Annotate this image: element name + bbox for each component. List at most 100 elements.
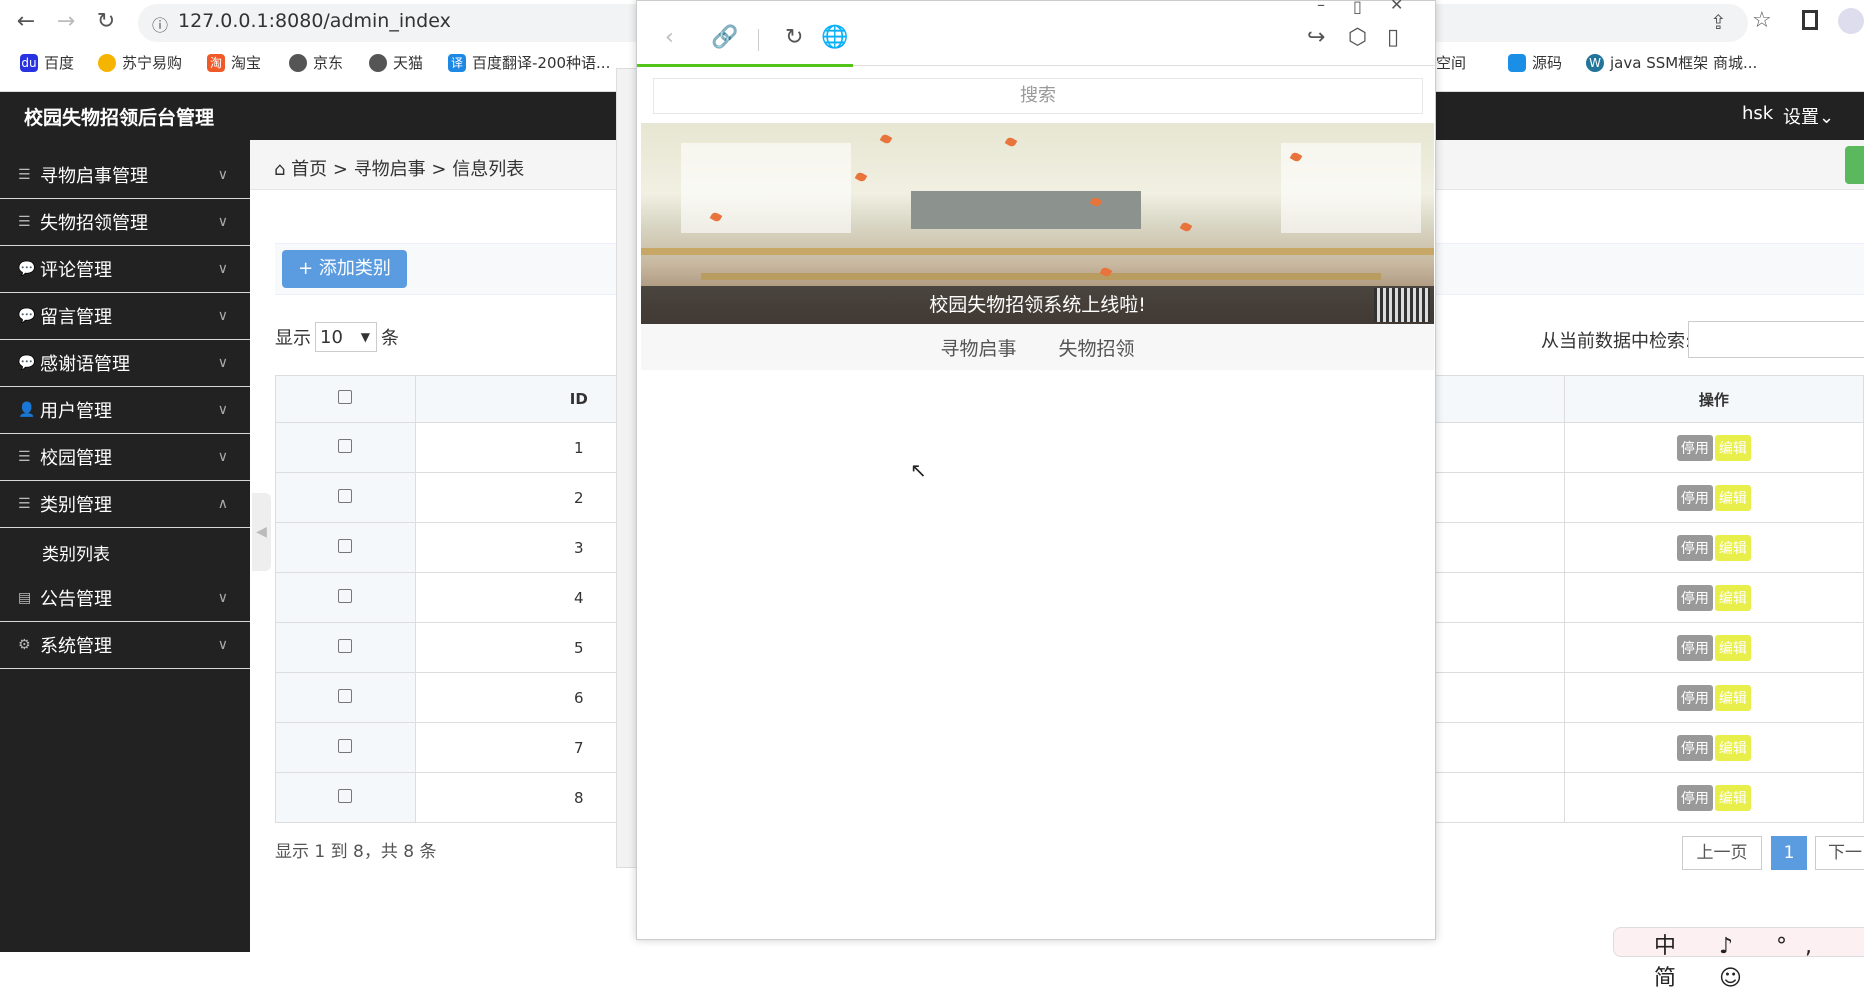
next-page-button[interactable]: 下一 [1815, 836, 1864, 870]
disable-button[interactable]: 停用 [1676, 534, 1713, 561]
edit-button[interactable]: 编辑 [1714, 734, 1751, 761]
edit-button[interactable]: 编辑 [1714, 534, 1751, 561]
row-checkbox[interactable] [338, 438, 353, 453]
share-icon[interactable]: ⇪ [1710, 10, 1727, 34]
sidebar-item-users[interactable]: 👤 用户管理 ∨ [0, 387, 250, 434]
user-icon: 👤 [18, 402, 36, 418]
star-icon[interactable]: ☆ [1752, 8, 1772, 33]
share-icon[interactable]: ↪ [1307, 25, 1325, 50]
page-1-button[interactable]: 1 [1771, 836, 1807, 870]
sidebar-subitem-category-list[interactable]: 类别列表 [0, 529, 250, 576]
breadcrumb-current: 信息列表 [452, 159, 525, 180]
disable-button[interactable]: 停用 [1676, 634, 1713, 661]
sidebar-item-comments[interactable]: 💬 评论管理 ∨ [0, 246, 250, 293]
info-icon[interactable]: ⓘ [152, 12, 168, 36]
column-header-actions: 操作 [1563, 375, 1864, 423]
sidepanel-icon[interactable] [1802, 10, 1818, 30]
row-checkbox[interactable] [338, 538, 353, 553]
close-icon[interactable]: ✕ [1390, 0, 1403, 14]
sidebar-item-notice[interactable]: ▤ 公告管理 ∨ [0, 575, 250, 622]
row-select-cell [275, 672, 416, 723]
select-all-checkbox[interactable] [338, 390, 353, 404]
popup-tabs: 寻物启事 失物招领 [641, 324, 1434, 370]
forward-button[interactable]: → [52, 8, 80, 36]
sidebar-item-system[interactable]: ⚙ 系统管理 ∨ [0, 622, 250, 669]
ime-toolbar[interactable]: 中 ♪ °, 简 ☺ [1613, 927, 1864, 991]
cell-actions: 停用 编辑 [1563, 572, 1864, 623]
edit-button[interactable]: 编辑 [1714, 634, 1751, 661]
url-text[interactable]: 127.0.0.1:8080/admin_index [178, 10, 451, 32]
popup-search-input[interactable]: 搜索 [653, 78, 1423, 114]
page-size-select[interactable]: 10 ▼ [315, 322, 377, 352]
disable-button[interactable]: 停用 [1676, 584, 1713, 611]
row-select-cell [275, 422, 416, 473]
back-button[interactable]: ← [12, 8, 40, 36]
table-search-input[interactable] [1688, 321, 1864, 358]
row-select-cell [275, 622, 416, 673]
disable-button[interactable]: 停用 [1676, 684, 1713, 711]
sidebar: ☰ 寻物启事管理 ∨ ☰ 失物招领管理 ∨ 💬 评论管理 ∨ 💬 留言管理 ∨ 💬 感谢语管理 ∨ … [0, 140, 250, 952]
disable-button[interactable]: 停用 [1676, 484, 1713, 511]
sidebar-item-campus[interactable]: ☰ 校园管理 ∨ [0, 434, 250, 481]
sidebar-collapse-handle[interactable]: ◀ [252, 493, 271, 571]
sidebar-item-lost-notice[interactable]: ☰ 寻物启事管理 ∨ [0, 152, 250, 199]
chevron-down-icon: ▼ [360, 330, 370, 344]
edit-button[interactable]: 编辑 [1714, 784, 1751, 811]
globe-icon[interactable]: 🌐 [821, 25, 848, 50]
tab-found[interactable]: 失物招领 [1059, 334, 1135, 361]
sidebar-item-found[interactable]: ☰ 失物招领管理 ∨ [0, 199, 250, 246]
back-icon[interactable]: ‹ [665, 25, 674, 50]
tab-lost-notice[interactable]: 寻物启事 [940, 334, 1016, 361]
app-title: 校园失物招领后台管理 [24, 107, 215, 129]
disable-button[interactable]: 停用 [1676, 784, 1713, 811]
maximize-icon[interactable]: ▯ [1353, 0, 1362, 16]
device-icon[interactable]: ▯ [1387, 25, 1399, 50]
username[interactable]: hsk [1742, 103, 1773, 124]
bookmark[interactable]: 京东 [289, 52, 343, 73]
link-icon[interactable]: 🔗 [711, 25, 738, 50]
sidebar-item-messages[interactable]: 💬 留言管理 ∨ [0, 293, 250, 340]
bookmark[interactable]: 淘淘宝 [207, 52, 261, 73]
add-category-button[interactable]: + 添加类别 [282, 250, 407, 288]
cell-actions: 停用 编辑 [1563, 672, 1864, 723]
cube-icon[interactable]: ⬡ [1348, 25, 1367, 50]
row-checkbox[interactable] [338, 588, 353, 603]
bookmark[interactable]: 空间 [1436, 52, 1466, 73]
disable-button[interactable]: 停用 [1676, 434, 1713, 461]
settings-menu[interactable]: 设置⌄ [1783, 103, 1834, 129]
row-checkbox[interactable] [338, 638, 353, 653]
refresh-button[interactable] [1845, 146, 1864, 184]
row-checkbox[interactable] [338, 738, 353, 753]
row-select-cell [275, 722, 416, 773]
comment-icon: 💬 [18, 308, 36, 324]
edit-button[interactable]: 编辑 [1714, 484, 1751, 511]
chevron-down-icon: ∨ [217, 637, 228, 653]
row-checkbox[interactable] [338, 688, 353, 703]
search-label: 从当前数据中检索: [1541, 331, 1692, 352]
row-select-cell [275, 772, 416, 823]
edit-button[interactable]: 编辑 [1714, 434, 1751, 461]
banner-image[interactable]: 校园失物招领系统上线啦! [641, 123, 1434, 324]
disable-button[interactable]: 停用 [1676, 734, 1713, 761]
bookmark[interactable]: Wjava SSM框架 商城... [1586, 52, 1757, 73]
sidebar-item-category[interactable]: ☰ 类别管理 ∧ [0, 481, 250, 528]
prev-page-button[interactable]: 上一页 [1682, 836, 1762, 870]
reload-icon[interactable]: ↻ [785, 25, 803, 50]
reload-button[interactable]: ↻ [92, 8, 120, 36]
row-checkbox[interactable] [338, 788, 353, 803]
profile-avatar[interactable] [1838, 8, 1864, 34]
breadcrumb-home[interactable]: 首页 [291, 159, 327, 180]
breadcrumb-item[interactable]: 寻物启事 [354, 159, 426, 180]
bookmark[interactable]: 源码 [1508, 52, 1562, 73]
bookmark[interactable]: 天猫 [369, 52, 423, 73]
bookmark[interactable]: du 百度 [20, 52, 74, 73]
divider [758, 29, 759, 51]
bookmark[interactable]: 译百度翻译-200种语... [448, 52, 610, 73]
sidebar-item-thanks[interactable]: 💬 感谢语管理 ∨ [0, 340, 250, 387]
row-checkbox[interactable] [338, 488, 353, 503]
bookmark[interactable]: 苏宁易购 [98, 52, 182, 73]
minimize-icon[interactable]: – [1317, 0, 1325, 14]
edit-button[interactable]: 编辑 [1714, 684, 1751, 711]
list-icon: ☰ [18, 214, 31, 230]
edit-button[interactable]: 编辑 [1714, 584, 1751, 611]
